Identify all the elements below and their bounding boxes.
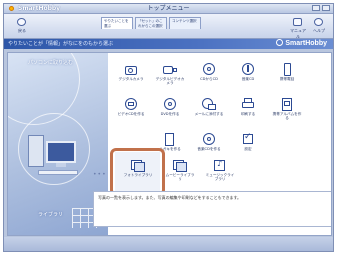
tile-cd[interactable]: CDからCD — [194, 63, 224, 89]
album-book-icon — [280, 98, 294, 111]
back-arrow-icon — [17, 18, 26, 26]
dvd-icon — [163, 98, 177, 111]
checkbox-settings-icon: ✓ — [243, 132, 253, 144]
tile-label: DVDを作る — [160, 112, 180, 116]
back-button[interactable]: 戻る — [9, 16, 35, 36]
tab-choose[interactable]: やりたいことを選ぶ — [101, 17, 133, 29]
app-window: SmartHobby トップメニュー 戻る やりたいことを選ぶ 「セット」のこれ… — [3, 3, 334, 252]
tile-label: ミュージックライブラリ — [205, 173, 235, 181]
tile-label: 携帯アルバムを作る — [272, 112, 302, 120]
tile-label: ビデオCDを作る — [117, 112, 145, 116]
printer-icon — [241, 98, 255, 111]
close-button[interactable] — [322, 5, 330, 11]
postcard-icon — [163, 133, 177, 146]
tile-label: デジタルビデオカメラ — [155, 77, 185, 85]
tile-music-cd[interactable]: 音楽CD — [233, 63, 263, 89]
import-label: パソコンに取り込む — [28, 60, 74, 66]
tile-mobile-album[interactable]: 携帯アルバムを作る — [272, 98, 302, 124]
pc-monitor-icon — [46, 141, 76, 163]
help-question-icon — [314, 18, 323, 26]
tile-label: メールに添付する — [194, 112, 224, 116]
tile-make-music-cd[interactable]: 音楽CDを作る — [194, 133, 224, 159]
tile-video-camera[interactable]: デジタルビデオカメラ — [155, 63, 185, 89]
bottom-bar — [4, 237, 333, 251]
window-title: トップメニュー — [147, 5, 190, 12]
tile-label: 印刷する — [240, 112, 256, 116]
selection-highlight — [110, 148, 165, 196]
tile-mobile-phone[interactable]: 携帯電話 — [272, 63, 302, 89]
tile-settings[interactable]: ✓ 設定 — [233, 132, 263, 159]
music-cd-icon — [241, 63, 255, 76]
music-library-icon: ♪ — [213, 159, 227, 172]
tile-label: デジタルカメラ — [118, 77, 144, 81]
tile-label: 携帯電話 — [279, 77, 295, 81]
hint-bar: やりたいことが「情報」がなにをのもから選ぶ SmartHobby — [4, 39, 333, 49]
tile-mail[interactable]: メールに添付する — [194, 98, 224, 124]
tab-content[interactable]: コンテンツ選択 — [169, 17, 201, 29]
tile-label: 音楽CD — [241, 77, 255, 81]
step-tabs: やりたいことを選ぶ 「セット」のこれからこの選択 コンテンツ選択 — [101, 17, 201, 29]
tile-label: 設定 — [244, 147, 252, 151]
tile-music-library[interactable]: ♪ ミュージックライブラリ — [205, 159, 235, 185]
tile-label: CDからCD — [200, 77, 218, 81]
description-box: 写真の一覧を表示します。また、写真の編集や印刷などをすることもできます。 — [93, 191, 331, 227]
tab-select[interactable]: 「セット」のこれからこの選択 — [135, 17, 167, 29]
tile-print[interactable]: 印刷する — [233, 98, 263, 124]
back-label: 戻る — [18, 28, 26, 33]
tile-label: 音楽CDを作る — [197, 147, 221, 151]
description-text: 写真の一覧を表示します。また、写真の編集や印刷などをすることもできます。 — [98, 195, 242, 200]
tile-dvd[interactable]: DVDを作る — [155, 98, 185, 124]
video-cd-icon — [124, 98, 138, 111]
title-bar: SmartHobby トップメニュー — [4, 4, 333, 14]
digital-camera-icon — [124, 63, 138, 76]
tile-label: ムービーライブラリ — [165, 173, 195, 181]
mail-globe-icon — [202, 98, 216, 111]
keyboard-icon — [38, 170, 78, 175]
help-button[interactable]: ヘルプ — [310, 16, 328, 36]
tile-movie-library[interactable]: ムービーライブラリ — [165, 159, 195, 185]
hint-text: やりたいことが「情報」がなにをのもから選ぶ — [8, 41, 114, 47]
help-label: ヘルプ — [313, 28, 325, 33]
tile-digital-camera[interactable]: デジタルカメラ — [116, 63, 146, 89]
video-camera-icon — [163, 63, 177, 76]
manual-button[interactable]: マニュアル — [289, 16, 307, 39]
tile-video-cd[interactable]: ビデオCDを作る — [116, 98, 146, 124]
connector-dots: ••• — [93, 171, 107, 178]
main-panel: パソコンに取り込む ライブラリ ••• デジタルカメラ デジタルビデオカメラ C… — [7, 52, 332, 236]
brand-logo: SmartHobby — [276, 39, 327, 49]
brand-mark-icon — [276, 39, 284, 46]
minimize-button[interactable] — [312, 5, 320, 11]
pc-tower-icon — [28, 135, 44, 167]
cd-icon — [202, 63, 216, 76]
movie-library-icon — [173, 159, 187, 172]
music-cd-burn-icon — [202, 133, 216, 146]
library-label: ライブラリ — [38, 212, 64, 218]
brand-text: SmartHobby — [285, 40, 327, 47]
mobile-phone-icon — [280, 63, 294, 76]
manual-icon — [293, 18, 302, 26]
pc-stand — [56, 163, 66, 167]
toolbar: 戻る やりたいことを選ぶ 「セット」のこれからこの選択 コンテンツ選択 マニュア… — [4, 14, 333, 39]
